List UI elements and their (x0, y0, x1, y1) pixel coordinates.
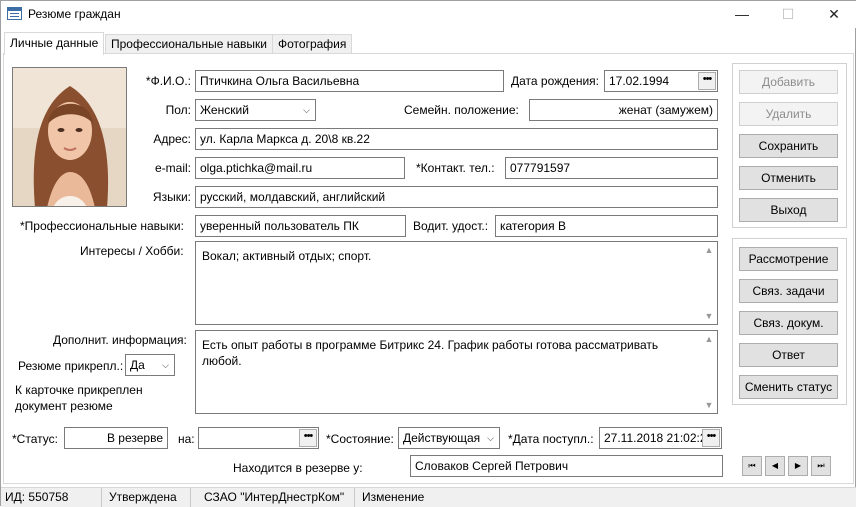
until-date-field[interactable]: ••• (198, 427, 319, 449)
portrait-image (13, 68, 126, 206)
status-organization: СЗАО "ИнтерДнестрКом" (192, 488, 355, 507)
prev-record-icon[interactable]: ◀ (765, 456, 785, 476)
attached-note: К карточке прикреплен документ резюме (15, 383, 143, 413)
tab-professional-skills[interactable]: Профессиональные навыки (105, 34, 273, 54)
birth-date-field[interactable]: 17.02.1994 ••• (604, 70, 718, 92)
birth-date-value: 17.02.1994 (609, 74, 670, 88)
marital-label: Семейн. положение: (404, 103, 519, 117)
title-bar: Резюме граждан — ☐ ✕ (1, 1, 856, 28)
tab-photo[interactable]: Фотография (272, 34, 353, 54)
reserve-holder-label: Находится в резерве у: (233, 461, 363, 475)
reserve-holder-field[interactable]: Словаков Сергей Петрович (410, 455, 723, 477)
hobby-scrollbar[interactable]: ▲ ▼ (701, 242, 717, 324)
gender-value: Женский (200, 103, 249, 117)
extra-info-label: Дополнит. информация: (53, 333, 187, 347)
license-label: Водит. удост.: (413, 219, 489, 233)
skills-label: *Профессиональные навыки: (20, 219, 184, 233)
status-bar: ИД: 550758 Утверждена СЗАО "ИнтерДнестрК… (1, 487, 856, 507)
review-button[interactable]: Рассмотрение (739, 247, 838, 271)
until-label: на: (178, 432, 195, 446)
first-record-icon[interactable]: ⏮ (742, 456, 762, 476)
answer-button[interactable]: Ответ (739, 343, 838, 367)
fio-label: *Ф.И.О.: (145, 74, 191, 88)
change-status-button[interactable]: Сменить статус (739, 375, 838, 399)
window-title: Резюме граждан (28, 7, 121, 21)
phone-field[interactable]: 077791597 (505, 157, 718, 179)
maximize-button[interactable]: ☐ (765, 1, 811, 28)
status-label: *Статус: (12, 432, 58, 446)
state-combo[interactable]: Действующая ⌵ (398, 427, 500, 449)
exit-button[interactable]: Выход (739, 198, 838, 222)
attached-combo[interactable]: Да ⌵ (125, 354, 175, 376)
last-record-icon[interactable]: ⏭ (811, 456, 831, 476)
photo (12, 67, 127, 207)
arrival-date-label: *Дата поступл.: (508, 432, 594, 446)
license-field[interactable]: категория B (495, 215, 718, 237)
hobby-label: Интересы / Хобби: (80, 244, 184, 258)
minimize-button[interactable]: — (719, 1, 765, 28)
email-label: e-mail: (154, 161, 191, 175)
chevron-down-icon[interactable]: ⌵ (298, 100, 315, 120)
scroll-down-icon[interactable]: ▼ (701, 397, 717, 413)
next-record-icon[interactable]: ▶ (788, 456, 808, 476)
email-field[interactable]: olga.ptichka@mail.ru (195, 157, 405, 179)
related-actions-group: Рассмотрение Связ. задачи Связ. докум. О… (732, 238, 847, 405)
until-date-picker-button[interactable]: ••• (299, 429, 317, 447)
phone-label: *Контакт. тел.: (416, 161, 495, 175)
app-icon (7, 7, 22, 20)
state-label: *Состояние: (326, 432, 394, 446)
languages-field[interactable]: русский, молдавский, английский (195, 186, 718, 208)
main-window: Резюме граждан — ☐ ✕ Личные данные Профе… (0, 0, 856, 507)
arrival-date-value: 27.11.2018 21:02:22 (604, 431, 714, 445)
skills-field[interactable]: уверенный пользователь ПК (195, 215, 406, 237)
cancel-button[interactable]: Отменить (739, 166, 838, 190)
scroll-down-icon[interactable]: ▼ (701, 308, 717, 324)
hobby-textarea[interactable]: Вокал; активный отдых; спорт. ▲ ▼ (195, 241, 718, 325)
attached-value: Да (130, 358, 145, 372)
delete-button[interactable]: Удалить (739, 102, 838, 126)
languages-label: Языки: (152, 190, 191, 204)
gender-combo[interactable]: Женский ⌵ (195, 99, 316, 121)
gender-label: Пол: (165, 103, 191, 117)
hobby-value: Вокал; активный отдых; спорт. (202, 249, 372, 263)
scroll-up-icon[interactable]: ▲ (701, 242, 717, 258)
close-button[interactable]: ✕ (811, 1, 856, 28)
fio-field[interactable]: Птичкина Ольга Васильевна (195, 70, 504, 92)
status-approval: Утверждена (103, 488, 191, 507)
attached-label: Резюме прикрепл.: (18, 359, 124, 373)
related-tasks-button[interactable]: Связ. задачи (739, 279, 838, 303)
tab-personal[interactable]: Личные данные (4, 32, 105, 55)
arrival-date-field[interactable]: 27.11.2018 21:02:22 ••• (599, 427, 722, 449)
status-mode: Изменение (362, 490, 425, 504)
extra-info-textarea[interactable]: Есть опыт работы в программе Битрикс 24.… (195, 330, 718, 414)
scroll-up-icon[interactable]: ▲ (701, 331, 717, 347)
extra-info-scrollbar[interactable]: ▲ ▼ (701, 331, 717, 413)
address-field[interactable]: ул. Карла Маркса д. 20\8 кв.22 (195, 128, 718, 150)
extra-info-value: Есть опыт работы в программе Битрикс 24.… (202, 338, 659, 368)
birth-date-picker-button[interactable]: ••• (698, 72, 716, 90)
arrival-date-picker-button[interactable]: ••• (702, 429, 720, 447)
add-button[interactable]: Добавить (739, 70, 838, 94)
chevron-down-icon[interactable]: ⌵ (157, 355, 174, 375)
record-actions-group: Добавить Удалить Сохранить Отменить Выхо… (732, 63, 847, 228)
chevron-down-icon[interactable]: ⌵ (482, 428, 499, 448)
state-value: Действующая (403, 431, 481, 445)
tab-strip: Личные данные Профессиональные навыки Фо… (1, 32, 856, 55)
marital-field[interactable]: женат (замужем) (529, 99, 718, 121)
address-label: Адрес: (153, 132, 191, 146)
status-id: ИД: 550758 (1, 488, 102, 507)
related-docs-button[interactable]: Связ. докум. (739, 311, 838, 335)
save-button[interactable]: Сохранить (739, 134, 838, 158)
birth-date-label: Дата рождения: (511, 74, 599, 88)
status-field[interactable]: В резерве (64, 427, 168, 449)
